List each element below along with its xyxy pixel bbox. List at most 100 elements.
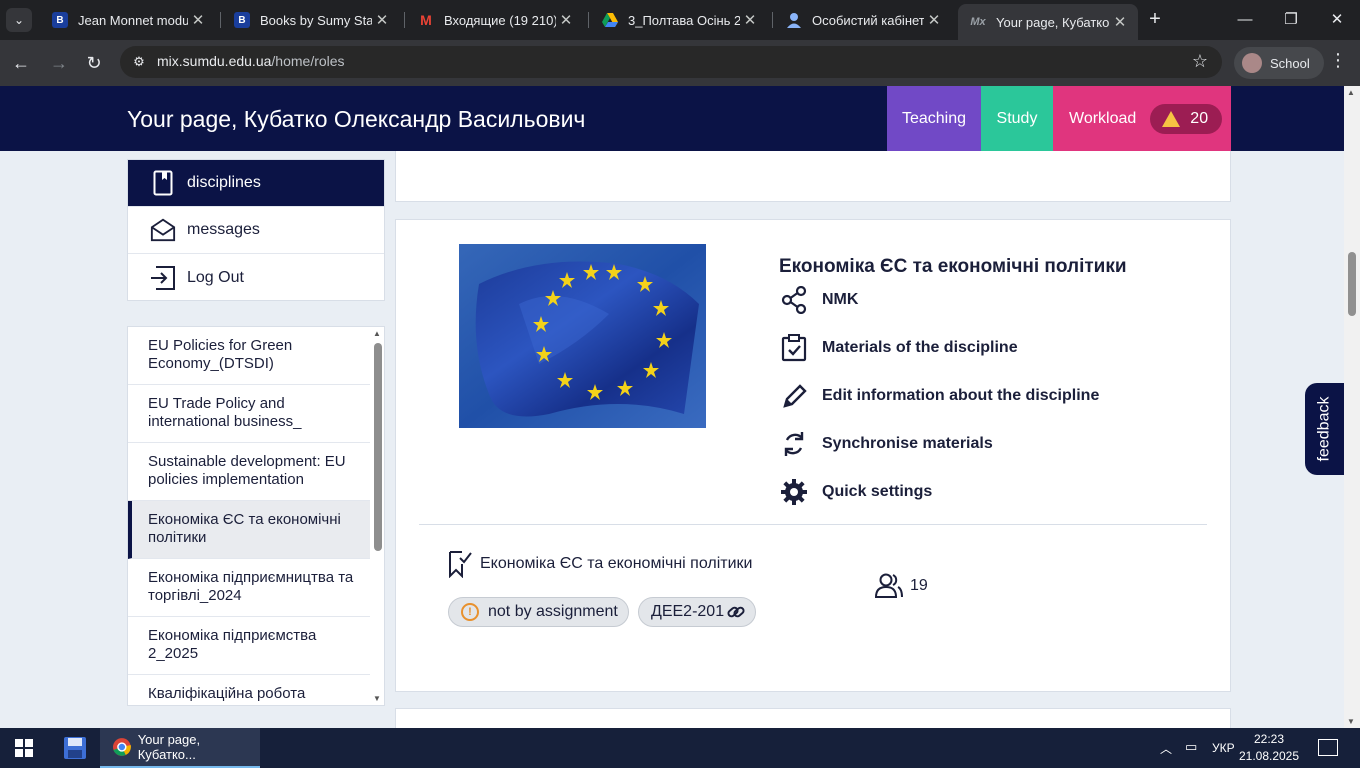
sync-link[interactable]: Synchronise materials xyxy=(779,428,993,460)
gear-icon xyxy=(779,477,809,507)
sidebar-item-label: messages xyxy=(187,221,260,238)
list-item[interactable]: Кваліфікаційна робота xyxy=(128,675,370,705)
taskbar-app-title: Your page, Кубатко... xyxy=(137,732,201,762)
assignment-status-badge: ! not by assignment xyxy=(448,597,629,627)
close-icon[interactable]: ✕ xyxy=(740,11,760,29)
scroll-down-icon[interactable]: ▼ xyxy=(1347,717,1355,726)
site-info-icon[interactable]: ⚙ xyxy=(130,53,148,71)
tab-search-button[interactable]: ⌄ xyxy=(6,8,32,32)
scroll-up-icon[interactable]: ▲ xyxy=(373,329,381,338)
sidebar-item-label: Log Out xyxy=(187,268,244,286)
assignment-status-text: not by assignment xyxy=(488,603,618,620)
back-icon[interactable]: ← xyxy=(8,50,34,76)
tab-title: Books by Sumy State xyxy=(260,12,372,28)
quick-settings-link[interactable]: Quick settings xyxy=(779,476,932,508)
notification-icon[interactable] xyxy=(1318,739,1338,756)
page-scroll-thumb[interactable] xyxy=(1348,252,1356,316)
scroll-down-icon[interactable]: ▼ xyxy=(373,694,381,703)
tab-title: Входящие (19 210) - xyxy=(444,12,556,28)
sidebar-item-logout[interactable]: Log Out xyxy=(128,254,384,301)
taskbar-chrome-app[interactable]: Your page, Кубатко... xyxy=(100,728,260,768)
users-icon xyxy=(874,573,903,598)
windows-start-icon[interactable] xyxy=(0,728,48,768)
bookmark-check-icon xyxy=(449,551,472,578)
close-icon[interactable]: ✕ xyxy=(372,11,392,29)
list-scrollbar[interactable]: ▲ ▼ xyxy=(371,327,384,705)
list-item[interactable]: EU Trade Policy and international busine… xyxy=(128,385,370,443)
site-header: Your page, Кубатко Олександр Васильович … xyxy=(0,86,1344,151)
profile-label: School xyxy=(1270,55,1310,71)
group-badge[interactable]: ДЕЕ2-201 xyxy=(638,597,756,627)
list-item-active[interactable]: Економіка ЄС та економічні політики xyxy=(128,501,370,559)
tab-your-page[interactable]: Mx Your page, Кубатко С ✕ xyxy=(958,4,1138,40)
nmk-link[interactable]: NMK xyxy=(779,284,858,316)
tab-gmail[interactable]: M Входящие (19 210) - ✕ xyxy=(406,4,584,36)
close-icon[interactable]: ✕ xyxy=(556,11,576,29)
warning-triangle-icon xyxy=(1162,110,1181,127)
tab-separator xyxy=(772,12,773,28)
reload-icon[interactable]: ↻ xyxy=(81,50,107,76)
page-scrollbar[interactable]: ▲ ▼ xyxy=(1344,86,1360,728)
address-bar[interactable]: ⚙ mix.sumdu.edu.ua/home/roles ☆ xyxy=(120,46,1222,78)
sidebar-menu: disciplines messages Log Out xyxy=(127,159,385,301)
close-icon[interactable]: ✕ xyxy=(1110,13,1130,31)
chrome-icon xyxy=(112,738,131,756)
tab-cabinet[interactable]: Особистий кабінет С ✕ xyxy=(774,4,952,36)
language-indicator[interactable]: УКР xyxy=(1212,741,1235,755)
course-name-text: Економіка ЄС та економічні політики xyxy=(480,555,753,572)
profile-button[interactable]: School xyxy=(1234,47,1324,79)
edit-info-link[interactable]: Edit information about the discipline xyxy=(779,380,1099,412)
students-number: 19 xyxy=(910,577,928,594)
page-title: Your page, Кубатко Олександр Васильович xyxy=(127,106,586,132)
course-name: Економіка ЄС та економічні політики xyxy=(448,550,752,578)
workload-label: Workload xyxy=(1069,109,1137,127)
sidebar-item-disciplines[interactable]: disciplines xyxy=(128,160,384,207)
action-label: Quick settings xyxy=(822,483,933,500)
list-scroll-thumb[interactable] xyxy=(374,343,382,551)
tab-drive[interactable]: 3_Полтава Осінь 24 ✕ xyxy=(590,4,768,36)
action-label: NMK xyxy=(822,291,859,308)
browser-menu-icon[interactable]: ⋮ xyxy=(1328,50,1348,71)
materials-link[interactable]: Materials of the discipline xyxy=(779,332,1018,364)
action-label: Synchronise materials xyxy=(822,435,993,452)
students-count: 19 xyxy=(874,573,928,599)
workload-button[interactable]: Workload 20 xyxy=(1053,86,1231,151)
tab-jean-monnet[interactable]: B Jean Monnet module ✕ xyxy=(40,4,216,36)
minimize-button[interactable]: — xyxy=(1222,6,1268,34)
feedback-button[interactable]: feedback xyxy=(1305,383,1344,475)
list-item[interactable]: Економіка підприємництва та торгівлі_202… xyxy=(128,559,370,617)
logout-icon xyxy=(150,265,176,291)
study-button[interactable]: Study xyxy=(981,86,1053,151)
list-item[interactable]: EU Policies for Green Economy_(DTSDI) xyxy=(128,327,370,385)
forward-icon[interactable]: → xyxy=(46,50,72,76)
mix-icon: Mx xyxy=(970,16,986,28)
network-icon[interactable]: ▭ xyxy=(1185,739,1197,755)
browser-toolbar: ← → ↻ ⚙ mix.sumdu.edu.ua/home/roles ☆ Sc… xyxy=(0,40,1360,86)
list-item[interactable]: Sustainable development: EU policies imp… xyxy=(128,443,370,501)
bookmark-star-icon[interactable]: ☆ xyxy=(1192,51,1208,72)
url-text: mix.sumdu.edu.ua/home/roles xyxy=(157,53,345,69)
taskbar-save-app-icon[interactable] xyxy=(60,728,90,768)
sync-icon xyxy=(779,429,809,459)
chevron-up-icon[interactable]: ︿ xyxy=(1160,740,1172,757)
gmail-icon: M xyxy=(420,12,432,28)
previous-card xyxy=(395,146,1231,202)
close-window-button[interactable]: ✕ xyxy=(1314,6,1360,34)
sidebar-item-messages[interactable]: messages xyxy=(128,207,384,254)
tab-title: Your page, Кубатко С xyxy=(996,14,1110,30)
taskbar-clock[interactable]: 22:23 21.08.2025 xyxy=(1238,731,1300,765)
user-icon xyxy=(786,12,802,28)
pencil-icon xyxy=(779,381,809,411)
list-item[interactable]: Економіка підприємства 2_2025 xyxy=(128,617,370,675)
restore-button[interactable]: ❐ xyxy=(1268,6,1314,34)
scroll-up-icon[interactable]: ▲ xyxy=(1347,88,1355,97)
close-icon[interactable]: ✕ xyxy=(924,11,944,29)
teaching-button[interactable]: Teaching xyxy=(887,86,981,151)
windows-taskbar: Your page, Кубатко... ︿ ▭ УКР 22:23 21.0… xyxy=(0,728,1360,768)
tab-books[interactable]: B Books by Sumy State ✕ xyxy=(222,4,400,36)
close-icon[interactable]: ✕ xyxy=(188,11,208,29)
b-icon: B xyxy=(52,12,68,28)
new-tab-button[interactable]: + xyxy=(1144,8,1166,32)
workload-warning-badge: 20 xyxy=(1150,103,1223,134)
b-icon: B xyxy=(234,12,250,28)
